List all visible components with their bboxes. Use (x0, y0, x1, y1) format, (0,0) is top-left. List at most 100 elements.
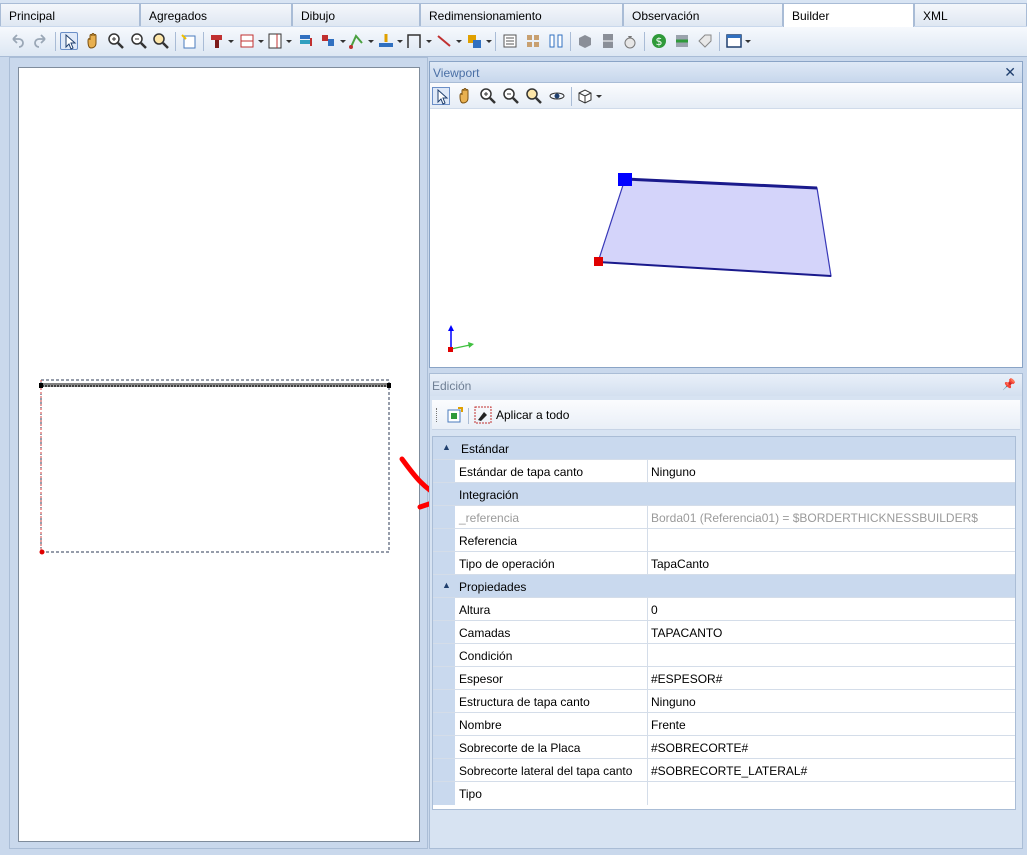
viewport-title-label: Viewport (433, 66, 480, 80)
property-value[interactable]: Ninguno (651, 695, 696, 709)
property-name: Altura (459, 603, 491, 617)
columns-icon[interactable] (547, 32, 565, 50)
tag-icon[interactable] (696, 32, 714, 50)
property-value: Borda01 (Referencia01) = $BORDERTHICKNES… (651, 511, 978, 525)
select-pointer-icon[interactable] (60, 32, 78, 50)
material-icon[interactable] (319, 32, 337, 50)
property-value[interactable]: #SOBRECORTE# (651, 741, 748, 755)
property-row[interactable]: Estructura de tapa canto Ninguno (433, 690, 1015, 713)
viewport-panel: Viewport ✕ (429, 61, 1023, 368)
tab-dibujo[interactable]: Dibujo (292, 3, 420, 26)
tab-redimensionamiento[interactable]: Redimensionamiento (420, 3, 623, 26)
close-icon[interactable]: ✕ (1004, 64, 1016, 81)
add-item-icon[interactable] (446, 406, 464, 424)
tab-observacion[interactable]: Observación (623, 3, 783, 26)
apply-all-button[interactable]: Aplicar a todo (496, 408, 569, 422)
category-label: Propiedades (459, 580, 527, 594)
category-label: Estándar (461, 442, 510, 456)
category-integracion[interactable]: Integración (433, 483, 1015, 506)
layers-icon[interactable] (297, 32, 315, 50)
money-bag-icon[interactable] (621, 32, 639, 50)
property-value[interactable]: #SOBRECORTE_LATERAL# (651, 764, 807, 778)
edge-band-icon[interactable] (377, 32, 395, 50)
zoom-extents-icon[interactable] (152, 32, 170, 50)
panel-icon[interactable] (266, 32, 284, 50)
property-name: Espesor (459, 672, 504, 686)
property-name: Estructura de tapa canto (459, 695, 590, 709)
group-icon[interactable] (465, 32, 483, 50)
tab-label: Redimensionamiento (429, 9, 542, 23)
drill-icon[interactable] (208, 32, 226, 50)
pan-hand-icon[interactable] (456, 87, 474, 105)
property-name: _referencia (459, 511, 520, 525)
property-row[interactable]: Estándar de tapa canto Ninguno (433, 460, 1015, 483)
collapse-icon[interactable]: ▲ (442, 442, 451, 452)
tab-label: XML (923, 9, 948, 23)
property-row[interactable]: Tipo de operación TapaCanto (433, 552, 1015, 575)
shelf-icon[interactable] (238, 32, 256, 50)
property-row[interactable]: Nombre Frente (433, 713, 1015, 736)
tab-principal[interactable]: Principal (0, 3, 140, 26)
property-name: Nombre (459, 718, 502, 732)
line-icon[interactable] (435, 32, 453, 50)
cabinet-icon[interactable] (599, 32, 617, 50)
pan-hand-icon[interactable] (84, 32, 102, 50)
property-row[interactable]: Condición (433, 644, 1015, 667)
frame-icon[interactable] (405, 32, 423, 50)
calculator-icon[interactable] (673, 32, 691, 50)
tab-label: Principal (9, 9, 56, 23)
property-row[interactable]: Sobrecorte lateral del tapa canto #SOBRE… (433, 759, 1015, 782)
tab-label: Dibujo (301, 9, 336, 23)
properties-icon[interactable] (501, 32, 519, 50)
property-row[interactable]: Referencia (433, 529, 1015, 552)
property-value[interactable]: #ESPESOR# (651, 672, 722, 686)
view-cube-icon[interactable] (576, 87, 594, 105)
property-row[interactable]: Tipo (433, 782, 1015, 805)
property-row[interactable]: Altura 0 (433, 598, 1015, 621)
grid-icon[interactable] (524, 32, 542, 50)
redo-icon[interactable] (32, 32, 50, 50)
tab-builder[interactable]: Builder (783, 3, 914, 27)
property-row[interactable]: _referencia Borda01 (Referencia01) = $BO… (433, 506, 1015, 529)
zoom-out-icon[interactable] (130, 32, 148, 50)
property-grid: ▲ Estándar Estándar de tapa canto Ningun… (432, 436, 1016, 810)
property-row[interactable]: Sobrecorte de la Placa #SOBRECORTE# (433, 736, 1015, 759)
property-name: Tipo (459, 787, 482, 801)
property-name: Referencia (459, 534, 518, 548)
select-pointer-icon[interactable] (432, 87, 450, 105)
tab-xml[interactable]: XML (914, 3, 1027, 26)
property-name: Sobrecorte de la Placa (459, 741, 581, 755)
pin-icon[interactable]: 📌 (1002, 378, 1016, 391)
zoom-in-icon[interactable] (107, 32, 125, 50)
property-value[interactable]: Frente (651, 718, 686, 732)
property-row[interactable]: Camadas TAPACANTO (433, 621, 1015, 644)
property-name: Estándar de tapa canto (459, 465, 584, 479)
property-name: Sobrecorte lateral del tapa canto (459, 764, 633, 778)
tab-label: Builder (792, 9, 830, 23)
price-icon[interactable]: $ (650, 32, 668, 50)
edicion-toolbar: Aplicar a todo (432, 400, 1020, 430)
orbit-icon[interactable] (548, 87, 566, 105)
property-value[interactable]: 0 (651, 603, 658, 617)
undo-icon[interactable] (8, 32, 26, 50)
tab-agregados[interactable]: Agregados (140, 3, 292, 26)
zoom-in-icon[interactable] (479, 87, 497, 105)
new-item-icon[interactable] (180, 32, 198, 50)
window-layout-icon[interactable] (725, 32, 743, 50)
property-name: Tipo de operación (459, 557, 555, 571)
3d-canvas[interactable] (430, 109, 1022, 367)
category-propiedades[interactable]: ▲ Propiedades (433, 575, 1015, 598)
apply-all-icon[interactable] (474, 406, 492, 424)
zoom-extents-icon[interactable] (525, 87, 543, 105)
zoom-out-icon[interactable] (502, 87, 520, 105)
splitter-grip[interactable] (713, 368, 733, 378)
path-icon[interactable] (348, 32, 366, 50)
category-estandar[interactable]: ▲ Estándar (433, 437, 1015, 460)
box-icon[interactable] (576, 32, 594, 50)
drawing-canvas[interactable] (18, 67, 447, 842)
property-value[interactable]: Ninguno (651, 465, 696, 479)
property-row[interactable]: Espesor #ESPESOR# (433, 667, 1015, 690)
collapse-icon[interactable]: ▲ (442, 580, 451, 590)
property-value[interactable]: TAPACANTO (651, 626, 722, 640)
property-value[interactable]: TapaCanto (651, 557, 709, 571)
